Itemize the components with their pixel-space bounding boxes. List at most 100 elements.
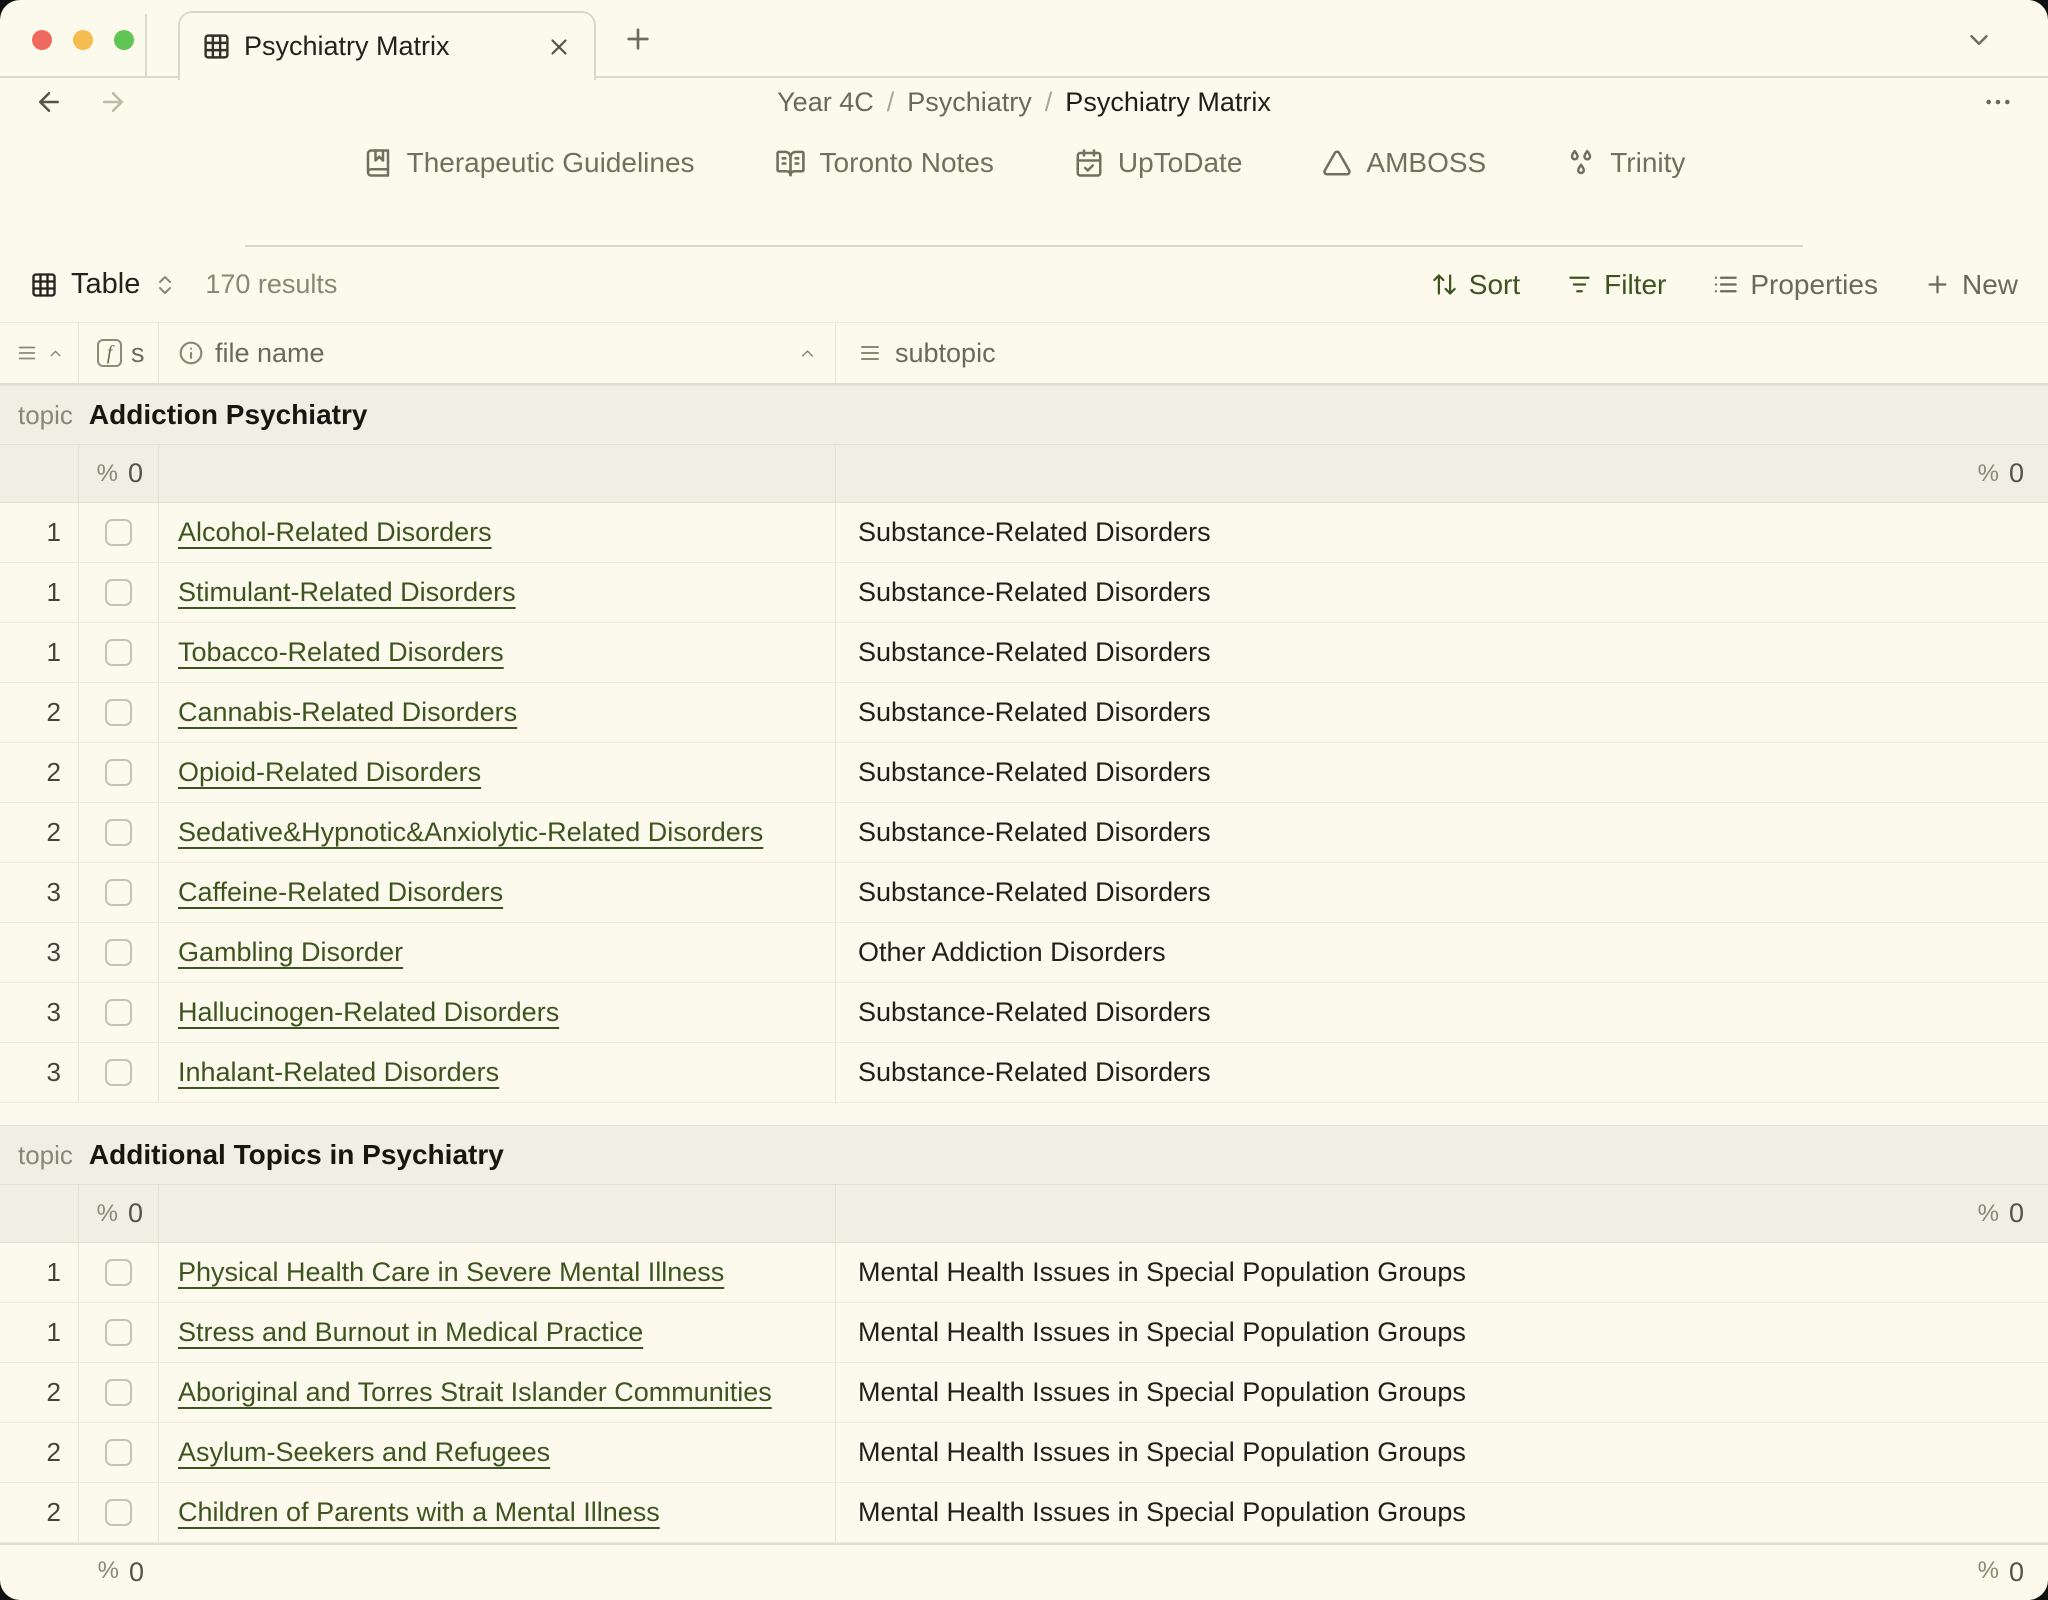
file-link[interactable]: Gambling Disorder [178, 937, 403, 968]
view-switcher[interactable]: Table [30, 268, 177, 301]
footer-aggregate-left[interactable]: % 0 [79, 1557, 159, 1588]
close-window-button[interactable] [32, 30, 52, 50]
file-link[interactable]: Physical Health Care in Severe Mental Il… [178, 1257, 724, 1288]
breadcrumb-item[interactable]: Year 4C [777, 87, 874, 118]
group-header-addiction-psychiatry[interactable]: topic Addiction Psychiatry [0, 385, 2048, 445]
forward-arrow-icon[interactable] [98, 87, 128, 117]
file-link[interactable]: Asylum-Seekers and Refugees [178, 1437, 550, 1468]
close-tab-icon[interactable] [546, 34, 572, 60]
link-amboss[interactable]: AMBOSS [1322, 147, 1486, 179]
table-footer: % 0 % 0 [0, 1543, 2048, 1600]
row-checkbox[interactable] [105, 579, 132, 606]
footer-aggregate-right[interactable]: % 0 [836, 1557, 2048, 1588]
file-link[interactable]: Caffeine-Related Disorders [178, 877, 503, 908]
subtopic-cell[interactable]: Substance-Related Disorders [836, 863, 2048, 922]
triangle-icon [1322, 148, 1352, 178]
subtopic-cell[interactable]: Mental Health Issues in Special Populati… [836, 1483, 2048, 1542]
file-link[interactable]: Aboriginal and Torres Strait Islander Co… [178, 1377, 772, 1408]
properties-button[interactable]: Properties [1712, 269, 1878, 301]
row-number: 1 [0, 563, 79, 622]
subtopic-cell[interactable]: Mental Health Issues in Special Populati… [836, 1423, 2048, 1482]
link-label: Therapeutic Guidelines [407, 147, 695, 179]
row-checkbox[interactable] [105, 699, 132, 726]
row-checkbox[interactable] [105, 519, 132, 546]
sort-ascending-chevron-icon [798, 344, 817, 363]
row-checkbox[interactable] [105, 1319, 132, 1346]
results-count: 170 results [205, 269, 337, 300]
file-link[interactable]: Alcohol-Related Disorders [178, 517, 492, 548]
tab-psychiatry-matrix[interactable]: Psychiatry Matrix [178, 11, 596, 80]
row-checkbox[interactable] [105, 1259, 132, 1286]
subtopic-cell[interactable]: Substance-Related Disorders [836, 503, 2048, 562]
row-checkbox[interactable] [105, 759, 132, 786]
subtopic-cell[interactable]: Mental Health Issues in Special Populati… [836, 1243, 2048, 1302]
subtopic-cell[interactable]: Substance-Related Disorders [836, 743, 2048, 802]
file-link[interactable]: Stimulant-Related Disorders [178, 577, 516, 608]
minimize-window-button[interactable] [73, 30, 93, 50]
subtopic-cell[interactable]: Substance-Related Disorders [836, 683, 2048, 742]
aggregate-checked-left[interactable]: % 0 [79, 445, 159, 502]
subtopic-cell[interactable]: Substance-Related Disorders [836, 563, 2048, 622]
file-link[interactable]: Cannabis-Related Disorders [178, 697, 517, 728]
tab-title: Psychiatry Matrix [244, 31, 533, 62]
sort-button[interactable]: Sort [1431, 269, 1520, 301]
column-header-file-name[interactable]: file name [159, 323, 836, 383]
book-marked-icon [363, 148, 393, 178]
new-label: New [1962, 269, 2018, 301]
row-checkbox[interactable] [105, 1379, 132, 1406]
row-number: 3 [0, 1043, 79, 1102]
subtopic-cell[interactable]: Mental Health Issues in Special Populati… [836, 1303, 2048, 1362]
row-checkbox[interactable] [105, 1439, 132, 1466]
aggregate-checked-right[interactable]: % 0 [836, 1185, 2048, 1242]
table-row: 2 Children of Parents with a Mental Illn… [0, 1483, 2048, 1543]
table-row: 2 Aboriginal and Torres Strait Islander … [0, 1363, 2048, 1423]
file-link[interactable]: Hallucinogen-Related Disorders [178, 997, 559, 1028]
file-link[interactable]: Stress and Burnout in Medical Practice [178, 1317, 643, 1348]
row-checkbox[interactable] [105, 879, 132, 906]
file-link[interactable]: Inhalant-Related Disorders [178, 1057, 499, 1088]
group-collapse-control[interactable] [0, 323, 79, 383]
subtopic-cell[interactable]: Other Addiction Disorders [836, 923, 2048, 982]
link-toronto-notes[interactable]: Toronto Notes [775, 147, 994, 179]
aggregate-checked-left[interactable]: % 0 [79, 1185, 159, 1242]
link-trinity[interactable]: Trinity [1566, 147, 1685, 179]
table-row: 2 Cannabis-Related Disorders Substance-R… [0, 683, 2048, 743]
row-checkbox[interactable] [105, 999, 132, 1026]
back-arrow-icon[interactable] [34, 87, 64, 117]
zoom-window-button[interactable] [114, 30, 134, 50]
new-tab-button[interactable] [622, 23, 654, 55]
row-checkbox[interactable] [105, 1499, 132, 1526]
tab-list-chevron-down-icon[interactable] [1964, 25, 1994, 55]
subtopic-cell[interactable]: Substance-Related Disorders [836, 983, 2048, 1042]
row-checkbox[interactable] [105, 819, 132, 846]
subtopic-cell[interactable]: Mental Health Issues in Special Populati… [836, 1363, 2048, 1422]
new-button[interactable]: New [1924, 269, 2018, 301]
filter-button[interactable]: Filter [1566, 269, 1666, 301]
row-checkbox[interactable] [105, 639, 132, 666]
row-checkbox[interactable] [105, 939, 132, 966]
link-therapeutic-guidelines[interactable]: Therapeutic Guidelines [363, 147, 695, 179]
table-row: 2 Sedative&Hypnotic&Anxiolytic-Related D… [0, 803, 2048, 863]
filter-label: Filter [1604, 269, 1666, 301]
breadcrumb-current[interactable]: Psychiatry Matrix [1065, 87, 1271, 118]
more-options-icon[interactable] [1982, 86, 2014, 118]
link-uptodate[interactable]: UpToDate [1074, 147, 1243, 179]
column-header-subtopic[interactable]: subtopic [836, 323, 2048, 383]
table-row: 1 Alcohol-Related Disorders Substance-Re… [0, 503, 2048, 563]
row-number: 2 [0, 803, 79, 862]
file-link[interactable]: Tobacco-Related Disorders [178, 637, 504, 668]
table-row: 3 Gambling Disorder Other Addiction Diso… [0, 923, 2048, 983]
column-header-s[interactable]: f s [79, 323, 159, 383]
aggregate-checked-right[interactable]: % 0 [836, 445, 2048, 502]
subtopic-cell[interactable]: Substance-Related Disorders [836, 623, 2048, 682]
group-header-additional-topics[interactable]: topic Additional Topics in Psychiatry [0, 1125, 2048, 1185]
subtopic-cell[interactable]: Substance-Related Disorders [836, 1043, 2048, 1102]
properties-label: Properties [1750, 269, 1878, 301]
breadcrumb-item[interactable]: Psychiatry [907, 87, 1032, 118]
aggregate-symbol: % [1978, 1557, 1999, 1588]
subtopic-cell[interactable]: Substance-Related Disorders [836, 803, 2048, 862]
file-link[interactable]: Opioid-Related Disorders [178, 757, 481, 788]
row-checkbox[interactable] [105, 1059, 132, 1086]
file-link[interactable]: Sedative&Hypnotic&Anxiolytic-Related Dis… [178, 817, 763, 848]
file-link[interactable]: Children of Parents with a Mental Illnes… [178, 1497, 660, 1528]
